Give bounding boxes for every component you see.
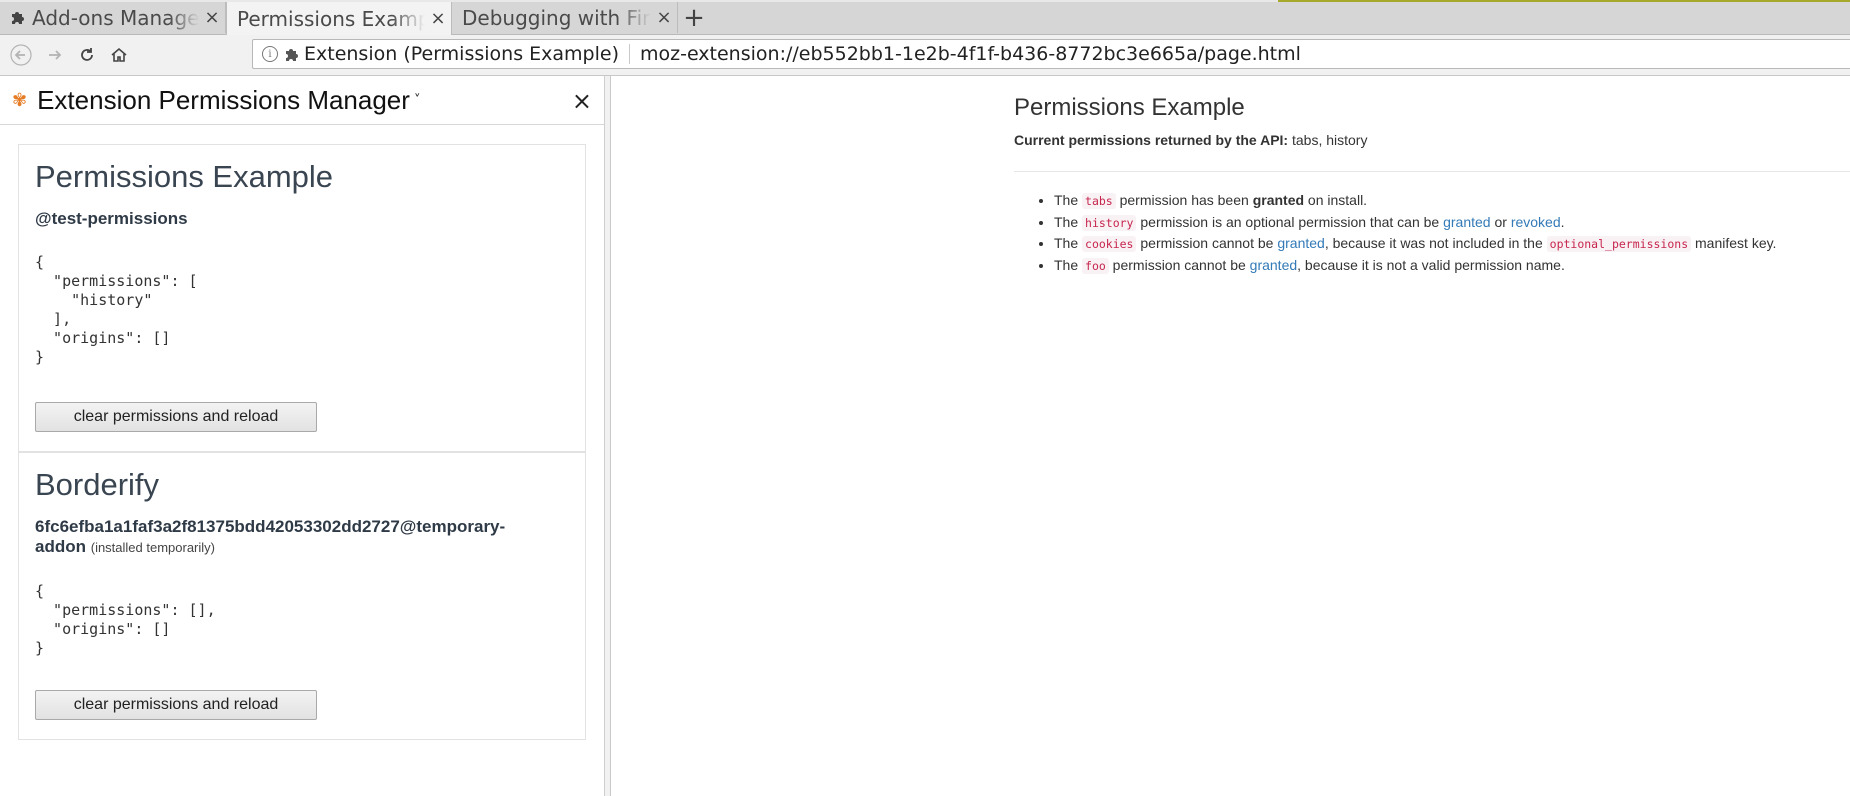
item-text: The: [1054, 192, 1083, 208]
puzzle-icon: [286, 49, 298, 61]
tab-label: Debugging with Firefox Developer Tools: [462, 5, 651, 30]
extension-icon: ✾: [12, 89, 28, 111]
url-divider: [628, 44, 630, 64]
permission-code: tabs: [1082, 193, 1116, 209]
tab-label: Permissions Example: [237, 6, 425, 31]
item-text: manifest key.: [1691, 235, 1777, 252]
api-value: tabs, history: [1291, 132, 1368, 148]
home-button[interactable]: [106, 42, 132, 68]
extension-name: Permissions Example: [35, 159, 334, 194]
chevron-down-icon[interactable]: ˅: [414, 93, 421, 108]
url-text[interactable]: moz-extension://eb552bb1-1e2b-4f1f-b436-…: [640, 43, 1301, 65]
back-arrow-icon: [10, 44, 32, 66]
granted-strong: granted: [1252, 192, 1305, 208]
tab-strip: Add-ons Manager × Permissions Example × …: [0, 0, 1850, 35]
api-permissions-line: Current permissions returned by the API:…: [1014, 132, 1367, 148]
divider: [1014, 171, 1850, 172]
item-text: The: [1054, 256, 1083, 273]
permission-code: cookies: [1082, 236, 1137, 253]
permission-code: foo: [1082, 257, 1109, 274]
tab-debugging[interactable]: Debugging with Firefox Developer Tools ×: [452, 2, 678, 33]
new-tab-button[interactable]: +: [682, 2, 706, 33]
titlebar-accent: [1278, 0, 1850, 2]
sidebar-title[interactable]: Extension Permissions Manager: [37, 85, 410, 116]
close-sidebar-button[interactable]: ×: [572, 87, 592, 115]
reload-icon: [81, 48, 93, 61]
page-title: Permissions Example: [1014, 94, 1245, 121]
reload-button[interactable]: [74, 42, 100, 68]
item-text: , because it is not a valid permission n…: [1297, 256, 1565, 273]
page-content: Permissions Example Current permissions …: [611, 76, 1850, 796]
site-identity[interactable]: Extension (Permissions Example): [284, 43, 619, 65]
item-text: permission cannot be: [1136, 235, 1278, 252]
permissions-json: { "permissions": [], "origins": [] }: [35, 582, 216, 657]
close-tab-icon[interactable]: ×: [651, 7, 677, 28]
item-text: or: [1490, 213, 1511, 230]
revoke-link[interactable]: revoked: [1511, 214, 1561, 230]
close-tab-icon[interactable]: ×: [199, 7, 225, 28]
tab-permissions-example[interactable]: Permissions Example ×: [226, 2, 452, 35]
item-text: .: [1560, 213, 1565, 230]
url-bar[interactable]: i Extension (Permissions Example) moz-ex…: [252, 39, 1850, 69]
list-item: The tabs permission has been granted on …: [1054, 190, 1776, 212]
back-button[interactable]: [8, 42, 34, 68]
item-text: The: [1054, 213, 1083, 230]
identity-label: Extension (Permissions Example): [304, 43, 619, 65]
puzzle-icon: [10, 6, 26, 30]
home-icon: [111, 47, 127, 62]
list-item: The foo permission cannot be granted, be…: [1054, 255, 1776, 277]
extension-card: Borderify 6fc6efba1a1faf3a2f81375bdd4205…: [18, 452, 586, 740]
list-item: The cookies permission cannot be granted…: [1054, 233, 1776, 255]
tab-label: Add-ons Manager: [32, 5, 199, 30]
extension-name: Borderify: [35, 467, 160, 502]
sidebar-header: ✾ Extension Permissions Manager ˅ ×: [0, 76, 604, 125]
sidebar: ✾ Extension Permissions Manager ˅ × Perm…: [0, 76, 605, 796]
item-text: , because it was not included in the: [1324, 235, 1547, 252]
item-text: The: [1054, 235, 1083, 252]
permission-code: history: [1082, 214, 1137, 231]
forward-arrow-icon: [49, 50, 62, 60]
manifest-key-code: optional_permissions: [1546, 236, 1692, 253]
grant-link[interactable]: granted: [1277, 235, 1324, 251]
list-item: The history permission is an optional pe…: [1054, 212, 1776, 234]
api-label: Current permissions returned by the API:: [1014, 132, 1289, 148]
item-text: on install.: [1304, 192, 1368, 208]
permissions-json: { "permissions": [ "history" ], "origins…: [35, 253, 198, 366]
grant-link[interactable]: granted: [1250, 257, 1297, 273]
permission-list: The tabs permission has been granted on …: [1014, 190, 1776, 276]
info-icon[interactable]: i: [262, 46, 278, 62]
extension-id: 6fc6efba1a1faf3a2f81375bdd42053302dd2727…: [35, 517, 569, 558]
tab-addons-manager[interactable]: Add-ons Manager ×: [0, 2, 226, 33]
extension-id: @test-permissions: [35, 209, 188, 228]
extension-card: Permissions Example @test-permissions { …: [18, 144, 586, 452]
forward-button[interactable]: [42, 42, 68, 68]
extension-id-line2: addon: [35, 537, 86, 556]
navigation-toolbar: i Extension (Permissions Example) moz-ex…: [0, 35, 1850, 76]
item-text: permission cannot be: [1108, 256, 1250, 273]
clear-permissions-button[interactable]: clear permissions and reload: [35, 402, 317, 432]
item-text: permission is an optional permission tha…: [1136, 213, 1444, 230]
grant-link[interactable]: granted: [1443, 214, 1490, 230]
temporary-note: (installed temporarily): [90, 540, 215, 555]
clear-permissions-button[interactable]: clear permissions and reload: [35, 690, 317, 720]
item-text: permission has been: [1115, 192, 1253, 208]
close-tab-icon[interactable]: ×: [425, 8, 451, 29]
extension-id-line1: 6fc6efba1a1faf3a2f81375bdd42053302dd2727…: [35, 517, 506, 536]
